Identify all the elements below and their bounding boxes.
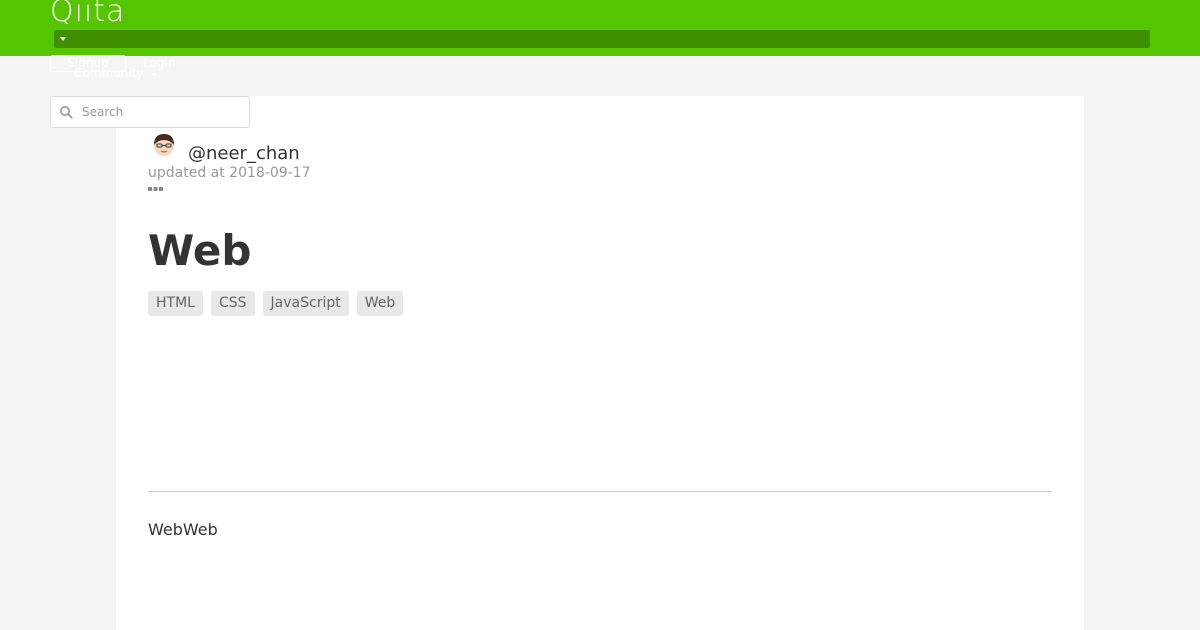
search-placeholder: Search (82, 105, 124, 119)
tag-web[interactable]: Web (356, 291, 404, 316)
more-options-icon[interactable] (148, 187, 163, 192)
article-body: WebWeb (148, 520, 218, 539)
caret-down-icon[interactable] (60, 37, 66, 41)
menu-bar[interactable] (54, 30, 1150, 48)
article-title: Web (148, 226, 252, 275)
author-username[interactable]: @neer_chan (188, 143, 300, 165)
qiita-logo[interactable]: Qiita (50, 0, 125, 24)
tag-css[interactable]: CSS (210, 291, 255, 316)
divider (148, 491, 1052, 492)
search-input[interactable]: Search (50, 96, 250, 128)
tag-javascript[interactable]: JavaScript (262, 291, 349, 316)
tag-list: HTML CSS JavaScript Web (148, 291, 404, 316)
avatar[interactable] (152, 131, 176, 159)
chevron-down-icon[interactable] (151, 73, 157, 77)
community-menu[interactable]: Community (74, 66, 143, 81)
tag-html[interactable]: HTML (148, 291, 203, 316)
login-link[interactable]: Login (143, 56, 175, 71)
search-icon (60, 106, 73, 119)
updated-date: updated at 2018-09-17 (148, 165, 311, 181)
header-bar: Qiita (0, 0, 1200, 56)
